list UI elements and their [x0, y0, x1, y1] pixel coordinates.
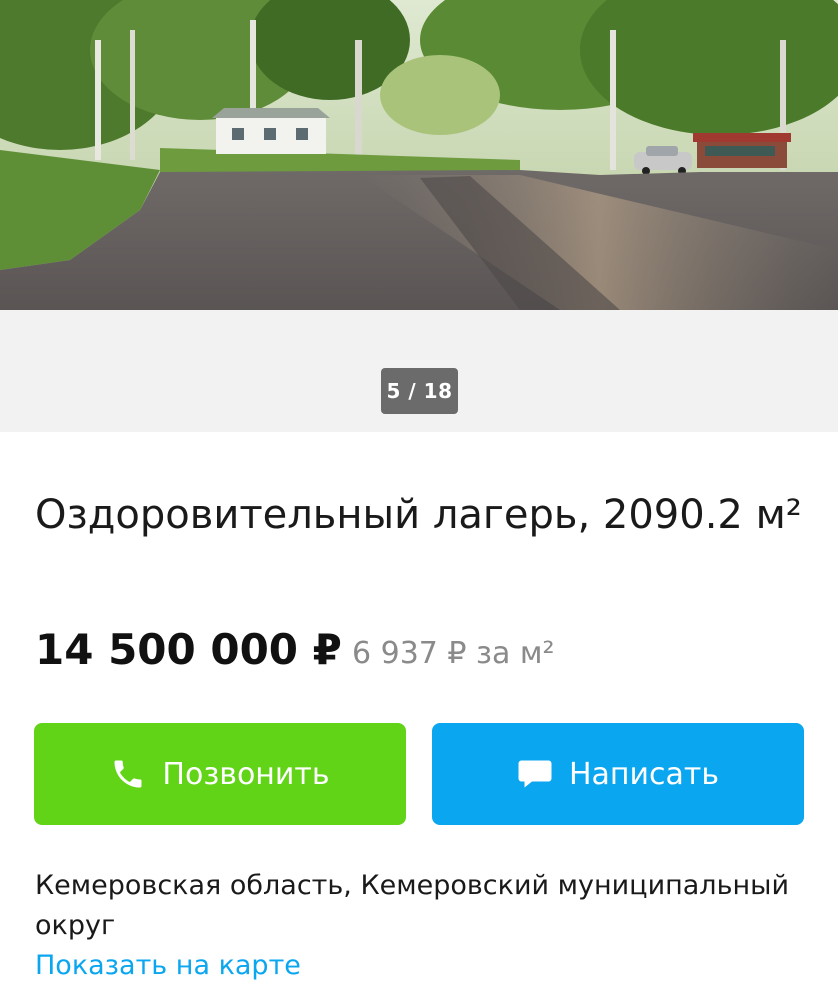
listing-price: 14 500 000 ₽ [35, 625, 342, 674]
write-button-label: Написать [568, 756, 720, 792]
listing-photo[interactable] [0, 0, 838, 310]
chat-bubble-icon [517, 757, 553, 791]
show-on-map-link[interactable]: Показать на карте [35, 946, 301, 986]
photo-counter: 5 / 18 [381, 368, 458, 414]
listing-address: Кемеровская область, Кемеровский муницип… [35, 870, 789, 941]
phone-icon [110, 756, 146, 792]
listing-title: Оздоровительный лагерь, 2090.2 м² [35, 492, 802, 538]
write-message-button[interactable]: Написать [432, 723, 804, 825]
photo-gallery[interactable]: 5 / 18 [0, 0, 838, 432]
call-button[interactable]: Позвонить [34, 723, 406, 825]
price-per-sqm: 6 937 ₽ за м² [352, 636, 555, 671]
price-row: 14 500 000 ₽ 6 937 ₽ за м² [35, 622, 815, 682]
call-button-label: Позвонить [162, 756, 330, 792]
